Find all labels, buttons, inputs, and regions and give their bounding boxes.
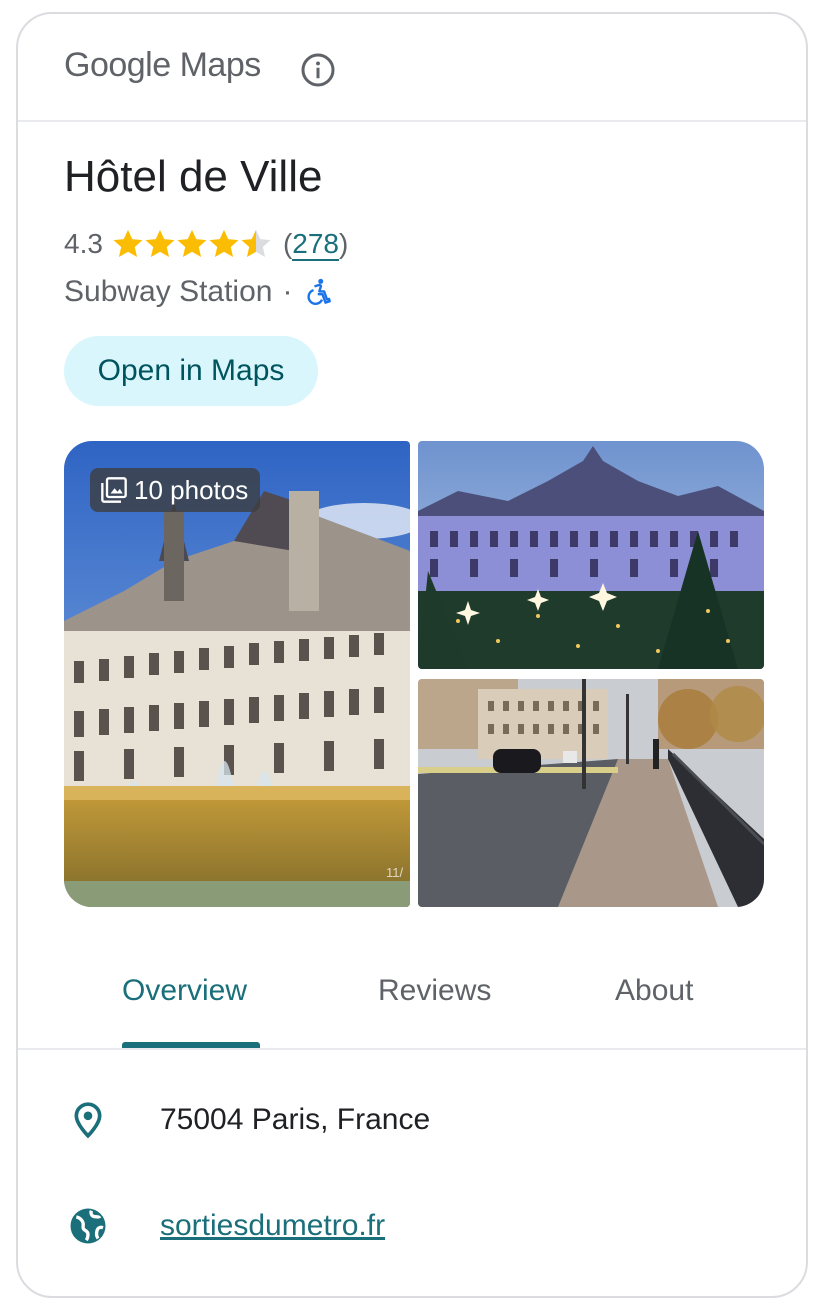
star-rating — [111, 227, 271, 261]
photo-bridge[interactable] — [418, 679, 764, 907]
tab-bar: Overview Reviews About — [18, 944, 806, 1050]
place-card: Google Maps Hôtel de Ville 4.3 (278) Sub… — [16, 12, 808, 1298]
review-count: (278) — [282, 228, 349, 261]
google-maps-logo: Google Maps — [64, 46, 261, 85]
info-icon[interactable] — [300, 52, 336, 88]
photo-bridge-street — [418, 679, 764, 907]
photo-night-facade[interactable] — [418, 441, 764, 669]
place-title: Hôtel de Ville — [64, 152, 323, 201]
review-count-link[interactable]: 278 — [292, 228, 339, 261]
wheelchair-icon — [307, 278, 332, 305]
photo-count-label: 10 photos — [134, 474, 249, 505]
logo-product: Maps — [179, 46, 262, 84]
card-header: Google Maps — [18, 14, 806, 122]
photo-main[interactable]: 11/ 10 photos — [64, 441, 410, 907]
rating-value: 4.3 — [64, 228, 103, 259]
website-row[interactable]: sortiesdumetro.fr — [18, 1196, 806, 1256]
location-pin-icon — [74, 1102, 102, 1139]
place-type-row: Subway Station · — [64, 272, 332, 312]
logo-brand: Google — [64, 46, 171, 84]
place-type: Subway Station — [64, 275, 273, 308]
address-text: 75004 Paris, France — [160, 1103, 431, 1136]
separator: · — [282, 275, 293, 308]
star-icon — [177, 229, 207, 258]
rating-row: 4.3 (278) — [64, 224, 348, 264]
star-icon — [145, 229, 175, 258]
active-tab-indicator — [122, 1042, 260, 1048]
tab-about[interactable]: About — [615, 974, 693, 1008]
globe-icon — [70, 1208, 106, 1244]
address-row[interactable]: 75004 Paris, France — [18, 1090, 806, 1150]
half-star-icon — [241, 229, 271, 258]
photo-illuminated-building — [418, 441, 764, 669]
photo-count-badge[interactable]: 10 photos — [90, 468, 261, 512]
tab-overview[interactable]: Overview — [122, 974, 247, 1008]
star-icon — [113, 229, 143, 258]
photo-library-icon — [101, 477, 127, 503]
photo-watermark: 11/ — [386, 865, 403, 880]
star-icon — [209, 229, 239, 258]
tab-reviews[interactable]: Reviews — [378, 974, 491, 1008]
website-link[interactable]: sortiesdumetro.fr — [160, 1209, 385, 1243]
open-in-maps-button[interactable]: Open in Maps — [64, 336, 318, 406]
